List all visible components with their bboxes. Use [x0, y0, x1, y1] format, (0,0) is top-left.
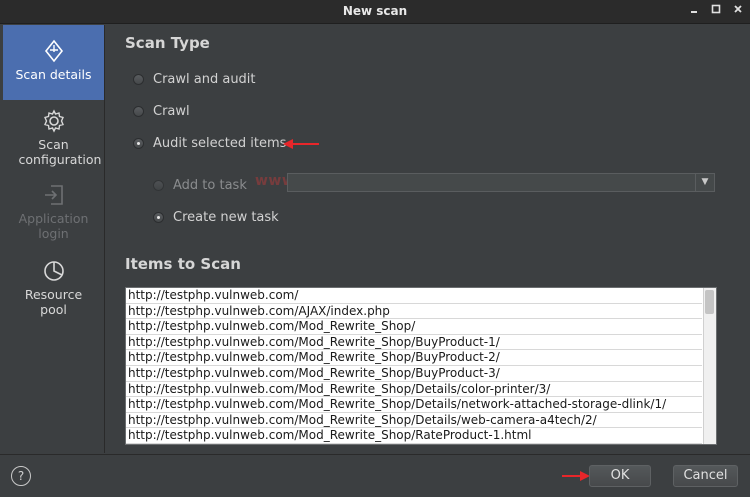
radio-label: Crawl and audit: [153, 72, 256, 87]
login-icon: [44, 185, 63, 205]
radio-crawl[interactable]: Crawl: [133, 104, 190, 119]
scan-details-icon: [44, 39, 63, 63]
pie-chart-icon: [43, 261, 64, 281]
chevron-down-icon[interactable]: ▼: [695, 174, 714, 191]
list-scrollbar[interactable]: [703, 288, 716, 444]
minimize-icon[interactable]: [686, 2, 702, 18]
list-item[interactable]: http://testphp.vulnweb.com/Mod_Rewrite_S…: [126, 413, 702, 429]
list-item[interactable]: http://testphp.vulnweb.com/AJAX/index.ph…: [126, 304, 702, 320]
list-item[interactable]: http://testphp.vulnweb.com/Mod_Rewrite_S…: [126, 382, 702, 398]
sidebar-item-label: Resource pool: [24, 287, 83, 317]
radio-button[interactable]: [133, 138, 144, 149]
sidebar-item-resource-pool[interactable]: Resource pool: [3, 259, 104, 319]
gear-icon: [43, 109, 64, 133]
help-icon[interactable]: ?: [11, 466, 31, 486]
list-item[interactable]: http://testphp.vulnweb.com/Mod_Rewrite_S…: [126, 350, 702, 366]
radio-label: Crawl: [153, 104, 190, 119]
radio-button[interactable]: [133, 74, 144, 85]
sidebar-item-label: Application login: [18, 211, 89, 241]
sidebar-item-scan-configuration[interactable]: Scan configuration: [3, 109, 104, 169]
radio-create-new-task[interactable]: Create new task: [153, 210, 279, 225]
scan-type-heading: Scan Type: [125, 34, 210, 52]
maximize-icon[interactable]: [708, 2, 724, 18]
list-item[interactable]: http://testphp.vulnweb.com/Mod_Rewrite_S…: [126, 335, 702, 351]
radio-label: Add to task: [173, 178, 247, 193]
sidebar-item-label: Scan details: [15, 67, 92, 82]
dialog-footer: ? OK Cancel: [0, 454, 750, 497]
annotation-arrow-icon: [562, 471, 590, 481]
list-item[interactable]: http://testphp.vulnweb.com/: [126, 288, 702, 304]
radio-label: Audit selected items: [153, 136, 287, 151]
window-title: New scan: [342, 4, 408, 18]
cancel-button[interactable]: Cancel: [673, 465, 738, 487]
list-item[interactable]: http://testphp.vulnweb.com/Mod_Rewrite_S…: [126, 428, 702, 444]
radio-label: Create new task: [173, 210, 279, 225]
close-icon[interactable]: [730, 2, 746, 18]
ok-button[interactable]: OK: [589, 465, 651, 487]
task-select[interactable]: ▼: [287, 173, 715, 192]
radio-button[interactable]: [153, 212, 164, 223]
list-item[interactable]: http://testphp.vulnweb.com/Mod_Rewrite_S…: [126, 397, 702, 413]
annotation-arrow-icon: [283, 139, 319, 149]
title-bar: New scan: [0, 0, 750, 24]
sidebar-item-application-login: Application login: [3, 183, 104, 243]
scan-details-panel: Scan Type Crawl and audit Crawl Audit se…: [105, 25, 747, 453]
sidebar-item-label: Scan configuration: [18, 137, 102, 167]
radio-crawl-and-audit[interactable]: Crawl and audit: [133, 72, 256, 87]
scrollbar-thumb[interactable]: [705, 290, 714, 314]
sidebar-item-scan-details[interactable]: Scan details: [3, 25, 104, 100]
list-item[interactable]: http://testphp.vulnweb.com/Mod_Rewrite_S…: [126, 366, 702, 382]
sidebar: Scan details Scan configuration Applicat…: [3, 25, 105, 453]
items-to-scan-list[interactable]: http://testphp.vulnweb.com/ http://testp…: [125, 287, 717, 445]
list-item[interactable]: http://testphp.vulnweb.com/Mod_Rewrite_S…: [126, 319, 702, 335]
radio-button[interactable]: [133, 106, 144, 117]
radio-button: [153, 180, 164, 191]
items-to-scan-heading: Items to Scan: [125, 255, 241, 273]
radio-audit-selected-items[interactable]: Audit selected items: [133, 136, 286, 151]
radio-add-to-task: Add to task: [153, 178, 247, 193]
